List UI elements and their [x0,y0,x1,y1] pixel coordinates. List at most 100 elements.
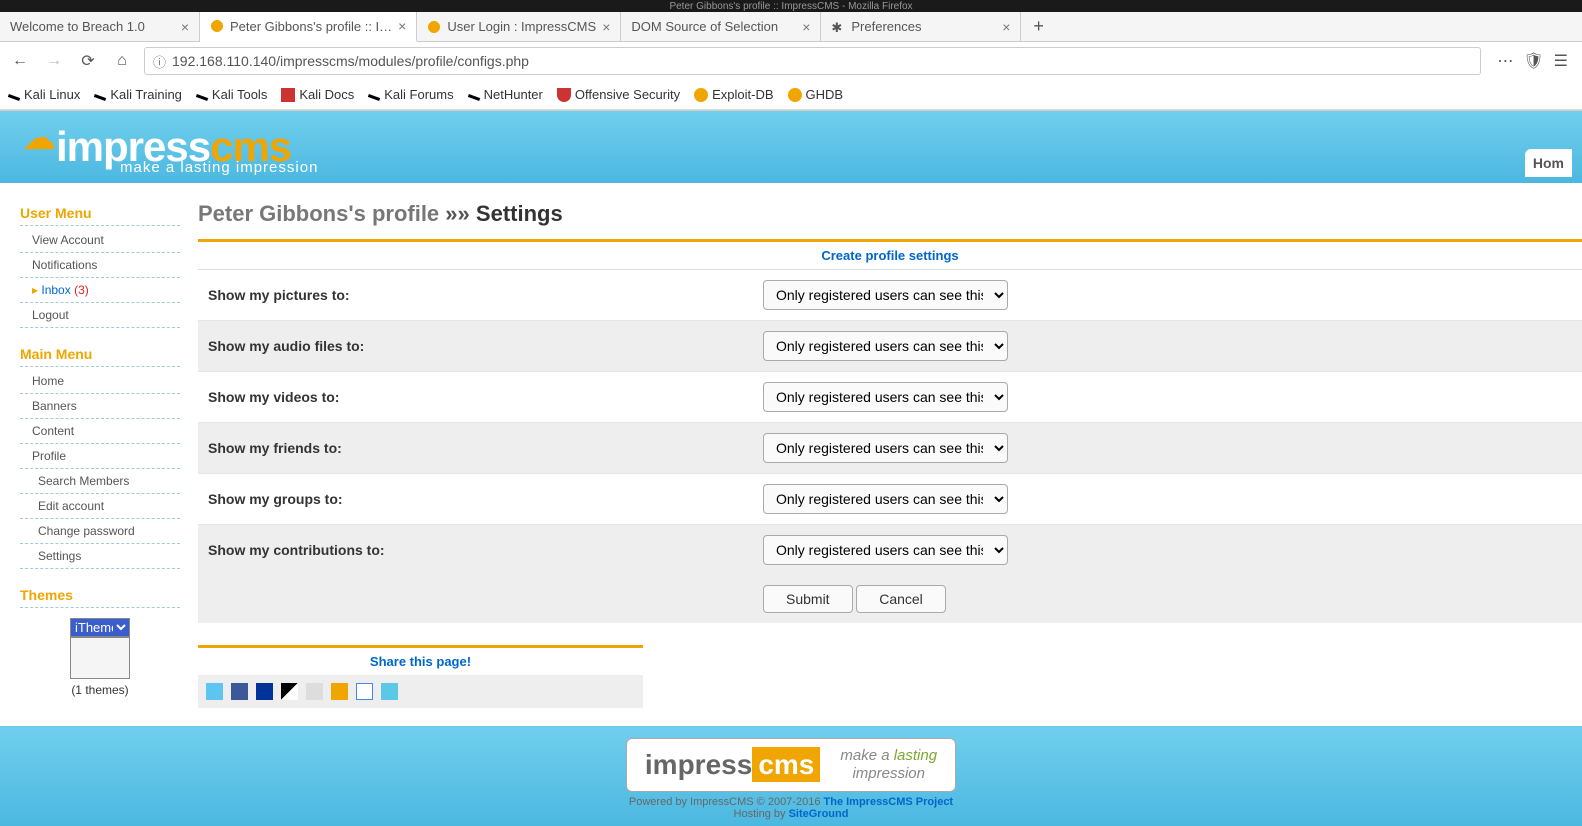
videos-select[interactable]: Only registered users can see this [763,382,1008,412]
create-profile-link[interactable]: Create profile settings [821,248,958,263]
share-title: Share this page! [198,648,643,675]
local-icon[interactable] [331,683,348,700]
url-input[interactable] [172,53,1472,69]
twitter-icon[interactable] [206,683,223,700]
sidebar-item-content[interactable]: Content [20,419,180,444]
tab-label: DOM Source of Selection [631,19,778,34]
project-link[interactable]: The ImpressCMS Project [824,796,954,808]
bookmark-exploit-db[interactable]: Exploit-DB [694,87,773,102]
theme-count: (1 themes) [20,683,180,697]
tab-user-login[interactable]: User Login : ImpressCMS × [417,12,621,41]
tab-dom-source[interactable]: DOM Source of Selection × [621,12,821,41]
sidebar-item-search-members[interactable]: Search Members [20,469,180,494]
tab-label: Peter Gibbons's profile :: I… [230,19,392,34]
browser-chrome: Welcome to Breach 1.0 × Peter Gibbons's … [0,12,1582,111]
close-icon[interactable]: × [181,19,189,35]
google-icon[interactable] [356,683,373,700]
home-button[interactable]: ⌂ [110,49,134,73]
sidebar-item-view-account[interactable]: View Account [20,228,180,253]
sidebar-item-settings[interactable]: Settings [20,544,180,569]
docs-icon [281,88,295,102]
kali-icon [467,94,479,101]
tab-bar: Welcome to Breach 1.0 × Peter Gibbons's … [0,12,1582,42]
bookmark-kali-training[interactable]: Kali Training [94,87,182,102]
pictures-select[interactable]: Only registered users can see this [763,280,1008,310]
content: Peter Gibbons's profile »» Settings Crea… [190,193,1582,716]
bookmark-kali-tools[interactable]: Kali Tools [196,87,267,102]
bookmark-ghdb[interactable]: GHDB [788,87,844,102]
delicious-icon[interactable] [281,683,298,700]
tab-label: Preferences [851,19,921,34]
footer-tagline: make a lasting impression [840,747,937,783]
back-button[interactable]: ← [8,49,32,73]
page-title: Peter Gibbons's profile »» Settings [198,201,1582,227]
favicon-icon [210,19,224,33]
kali-icon [196,94,208,101]
arrow-icon: ▸ [32,283,38,297]
window-titlebar: Peter Gibbons's profile :: ImpressCMS - … [0,0,1582,12]
gear-icon: ✱ [831,20,845,34]
submit-button[interactable]: Submit [763,585,853,613]
hosting-link[interactable]: SiteGround [789,808,849,820]
sidebar-item-inbox[interactable]: ▸ Inbox (3) [20,278,180,303]
row-label: Show my audio files to: [198,321,753,372]
sidebar-item-edit-account[interactable]: Edit account [20,494,180,519]
tab-preferences[interactable]: ✱ Preferences × [821,12,1021,41]
cancel-button[interactable]: Cancel [856,585,946,613]
contributions-select[interactable]: Only registered users can see this [763,535,1008,565]
diigo-icon[interactable] [381,683,398,700]
footer: impresscms make a lasting impression Pow… [0,726,1582,826]
logo-deco-icon: ☁ [22,118,56,158]
row-label: Show my friends to: [198,423,753,474]
row-label: Show my contributions to: [198,525,753,576]
bug-icon [788,88,802,102]
groups-select[interactable]: Only registered users can see this [763,484,1008,514]
kali-icon [8,94,20,101]
main-wrap: User Menu View Account Notifications ▸ I… [0,183,1582,726]
tab-profile[interactable]: Peter Gibbons's profile :: I… × [200,12,417,42]
close-icon[interactable]: × [1002,19,1010,35]
close-icon[interactable]: × [602,19,610,35]
forward-button[interactable]: → [42,49,66,73]
facebook-icon[interactable] [231,683,248,700]
info-icon[interactable]: ⓘ [153,52,166,71]
sidebar-item-change-password[interactable]: Change password [20,519,180,544]
myspace-icon[interactable] [256,683,273,700]
sidebar-item-profile[interactable]: Profile [20,444,180,469]
bookmark-bar: Kali Linux Kali Training Kali Tools Kali… [0,80,1582,110]
row-label: Show my videos to: [198,372,753,423]
digg-icon[interactable] [306,683,323,700]
more-icon[interactable]: ⋯ [1497,51,1513,71]
tab-label: Welcome to Breach 1.0 [10,19,145,34]
tab-welcome[interactable]: Welcome to Breach 1.0 × [0,12,200,41]
sidebar-item-notifications[interactable]: Notifications [20,253,180,278]
theme-selector: iTheme (1 themes) [20,618,180,697]
kali-icon [368,94,380,101]
sidebar-item-home[interactable]: Home [20,369,180,394]
table-row: Show my contributions to: Only registered… [198,525,1582,576]
reader-icon[interactable]: 🛡 [1523,51,1543,71]
footer-logo[interactable]: impresscms make a lasting impression [626,738,956,792]
bookmark-offensive-security[interactable]: Offensive Security [557,87,680,102]
table-row: Show my friends to: Only registered users… [198,423,1582,474]
table-row: Show my pictures to:Only registered user… [198,270,1582,321]
close-icon[interactable]: × [802,19,810,35]
sidebar-item-logout[interactable]: Logout [20,303,180,328]
footer-credits: Powered by ImpressCMS © 2007-2016 The Im… [0,796,1582,820]
close-icon[interactable]: × [398,18,406,34]
audio-select[interactable]: Only registered users can see this [763,331,1008,361]
bookmark-kali-docs[interactable]: Kali Docs [281,87,354,102]
main-menu-title: Main Menu [20,342,180,367]
nav-home[interactable]: Hom [1525,149,1572,177]
url-bar[interactable]: ⓘ [144,47,1481,75]
bookmark-kali-forums[interactable]: Kali Forums [368,87,453,102]
sidebar-item-banners[interactable]: Banners [20,394,180,419]
friends-select[interactable]: Only registered users can see this [763,433,1008,463]
bookmark-nethunter[interactable]: NetHunter [468,87,543,102]
theme-select[interactable]: iTheme [70,618,130,637]
kali-icon [94,94,106,101]
reload-button[interactable]: ⟳ [76,49,100,73]
bookmark-kali-linux[interactable]: Kali Linux [8,87,80,102]
new-tab-button[interactable]: + [1021,12,1056,41]
menu-icon[interactable]: ☰ [1554,51,1568,71]
